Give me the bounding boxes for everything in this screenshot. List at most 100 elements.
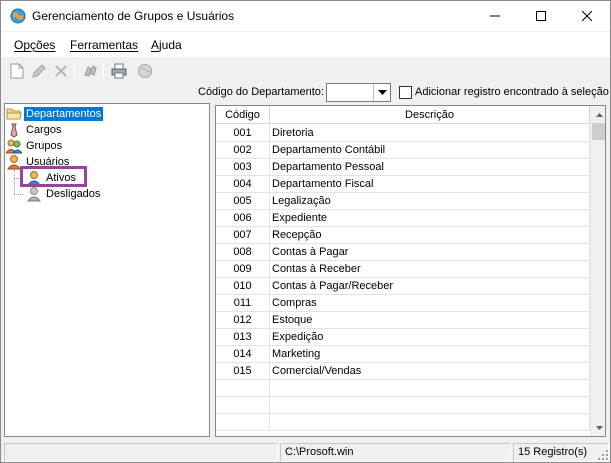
print-icon (111, 63, 127, 79)
departments-grid[interactable]: Código Descrição 001 Diretoria 002 Departam… (215, 105, 606, 437)
window-title: Gerenciamento de Grupos e Usuários (32, 9, 235, 23)
user-disabled-icon (26, 187, 42, 202)
cell-codigo: 006 (216, 210, 270, 227)
scroll-up-button[interactable] (591, 106, 605, 123)
menu-opcoes[interactable]: Opções (14, 38, 55, 52)
maximize-icon (536, 11, 546, 21)
new-icon (10, 63, 24, 79)
cell-codigo (216, 397, 270, 414)
table-row[interactable] (216, 397, 590, 414)
table-row[interactable]: 003 Departamento Pessoal (216, 159, 590, 176)
toolbar-separator (74, 63, 75, 79)
menu-ajuda[interactable]: Ajuda (151, 38, 182, 52)
cell-codigo: 002 (216, 142, 270, 159)
tree-item-departamentos[interactable]: Departamentos (6, 106, 105, 122)
edit-button[interactable] (29, 61, 49, 81)
table-row[interactable]: 004 Departamento Fiscal (216, 176, 590, 193)
table-row[interactable] (216, 380, 590, 397)
cell-descricao: Expediente (270, 210, 590, 227)
table-row[interactable]: 011 Compras (216, 295, 590, 312)
tree-item-desligados[interactable]: Desligados (26, 186, 102, 202)
table-row[interactable]: 005 Legalização (216, 193, 590, 210)
table-row[interactable]: 013 Expedição (216, 329, 590, 346)
cell-descricao: Contas à Receber (270, 261, 590, 278)
minimize-icon (490, 15, 500, 17)
cell-descricao: Contas à Pagar (270, 244, 590, 261)
status-record-count: 15 Registro(s) (513, 443, 609, 462)
find-button[interactable] (80, 61, 100, 81)
cell-codigo (216, 414, 270, 431)
add-to-selection-checkbox[interactable] (399, 86, 412, 99)
cell-descricao: Departamento Contábil (270, 142, 590, 159)
scroll-down-button[interactable] (591, 419, 605, 436)
add-to-selection-label: Adicionar registro encontrado à seleção (415, 86, 609, 98)
title-bar[interactable]: Gerenciamento de Grupos e Usuários (1, 1, 610, 31)
chevron-up-icon (595, 112, 603, 117)
column-header-descricao[interactable]: Descrição (270, 106, 590, 124)
cell-descricao: Diretoria (270, 125, 590, 142)
table-row[interactable] (216, 414, 590, 431)
main-window: Gerenciamento de Grupos e Usuários Opçõe… (0, 0, 611, 463)
close-button[interactable] (564, 1, 610, 31)
minimize-button[interactable] (472, 1, 518, 31)
chevron-down-icon (595, 425, 603, 430)
tree-item-cargos[interactable]: Cargos (6, 122, 63, 138)
resize-grip-icon[interactable] (597, 449, 609, 461)
table-row[interactable]: 009 Contas à Receber (216, 261, 590, 278)
table-row[interactable]: 014 Marketing (216, 346, 590, 363)
close-icon (582, 11, 592, 21)
cell-descricao: Expedição (270, 329, 590, 346)
table-row[interactable]: 008 Contas à Pagar (216, 244, 590, 261)
cell-codigo (216, 380, 270, 397)
scroll-thumb[interactable] (592, 123, 605, 140)
cell-codigo: 010 (216, 278, 270, 295)
toolbar-separator (103, 63, 104, 79)
combo-dropdown-button[interactable] (373, 84, 390, 101)
cell-codigo: 011 (216, 295, 270, 312)
delete-icon (55, 65, 67, 77)
department-code-label: Código do Departamento: (198, 86, 324, 98)
table-row[interactable]: 010 Contas à Pagar/Receber (216, 278, 590, 295)
highlight-annotation (20, 166, 87, 187)
cell-descricao: Compras (270, 295, 590, 312)
column-header-codigo[interactable]: Código (216, 106, 270, 124)
status-bar: C:\Prosoft.win 15 Registro(s) (1, 442, 610, 462)
table-row[interactable]: 002 Departamento Contábil (216, 142, 590, 159)
cell-descricao: Recepção (270, 227, 590, 244)
cell-codigo: 001 (216, 125, 270, 142)
cell-descricao (270, 414, 590, 431)
cell-codigo: 013 (216, 329, 270, 346)
menu-bar: Opções Ferramentas Ajuda (1, 32, 610, 57)
print-button[interactable] (109, 61, 129, 81)
department-code-combo[interactable] (326, 83, 391, 102)
menu-ferramentas[interactable]: Ferramentas (70, 38, 138, 52)
maximize-button[interactable] (518, 1, 564, 31)
globe-button[interactable] (135, 61, 155, 81)
delete-button[interactable] (51, 61, 71, 81)
table-row[interactable]: 001 Diretoria (216, 125, 590, 142)
table-row[interactable]: 006 Expediente (216, 210, 590, 227)
vertical-scrollbar[interactable] (590, 106, 605, 436)
cell-descricao: Marketing (270, 346, 590, 363)
group-icon (6, 139, 22, 154)
tree-item-grupos[interactable]: Grupos (6, 138, 64, 154)
cell-descricao (270, 380, 590, 397)
cell-descricao: Contas à Pagar/Receber (270, 278, 590, 295)
cell-codigo: 012 (216, 312, 270, 329)
tree-connector (14, 170, 15, 194)
find-icon (84, 65, 97, 77)
grid-header: Código Descrição (216, 106, 590, 124)
table-row[interactable]: 012 Estoque (216, 312, 590, 329)
cell-descricao: Legalização (270, 193, 590, 210)
app-globe-icon (10, 8, 26, 24)
cell-codigo: 014 (216, 346, 270, 363)
table-row[interactable]: 015 Comercial/Vendas (216, 363, 590, 380)
filter-bar: Código do Departamento: Adicionar regist… (1, 81, 610, 103)
status-path: C:\Prosoft.win (280, 443, 511, 462)
edit-icon (32, 64, 46, 78)
new-button[interactable] (7, 61, 27, 81)
table-row[interactable]: 007 Recepção (216, 227, 590, 244)
tree-view[interactable]: Departamentos Cargos Grupos Usuários Ati… (4, 103, 210, 437)
cell-codigo: 004 (216, 176, 270, 193)
cell-descricao: Estoque (270, 312, 590, 329)
